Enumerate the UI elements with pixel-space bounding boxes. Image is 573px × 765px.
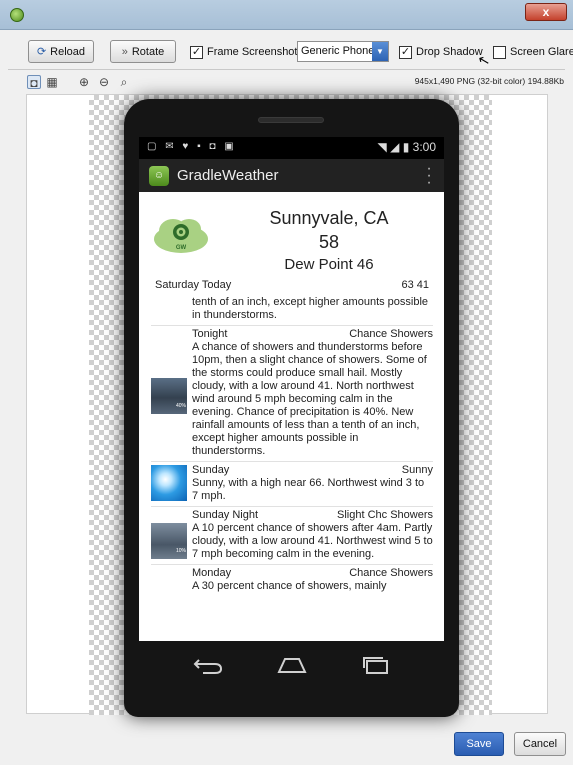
screen-glare-label: Screen Glare: [510, 46, 573, 58]
forecast-summary: Chance Showers: [349, 567, 433, 579]
forecast-item[interactable]: Monday Chance Showers A 30 percent chanc…: [151, 564, 433, 596]
app-icon: [10, 8, 24, 22]
forecast-item[interactable]: tenth of an inch, except higher amounts …: [151, 294, 433, 325]
forecast-text: Sunny, with a high near 66. Northwest wi…: [192, 477, 425, 502]
device-select[interactable]: Generic Phone ▼: [297, 41, 389, 62]
overflow-menu-icon[interactable]: · · ·: [426, 161, 432, 191]
today-hilo: 63 41: [401, 279, 429, 291]
forecast-summary: Slight Chc Showers: [337, 509, 433, 521]
status-bar: ▢ ✉ ♥ ▪ ◘ ▣ ◥ ◢ ▮ 3:00: [139, 137, 444, 157]
phone-frame: ▢ ✉ ♥ ▪ ◘ ▣ ◥ ◢ ▮ 3:00 ☺ GradleWeather ·…: [124, 99, 459, 717]
forecast-period: Sunday: [192, 464, 230, 476]
navigation-bar: [139, 644, 444, 690]
zoom-in-icon[interactable]: ⊕: [77, 75, 91, 89]
rotate-button[interactable]: » Rotate: [110, 40, 176, 63]
signal-icon: ◢: [390, 140, 400, 154]
frame-screenshot-checkbox[interactable]: ✓ Frame Screenshot: [190, 43, 297, 61]
save-button[interactable]: Save: [454, 732, 504, 756]
toolbar-divider: [8, 69, 565, 70]
drop-shadow-checkbox[interactable]: ✓ Drop Shadow: [399, 43, 483, 61]
zoom-out-icon[interactable]: ⊖: [97, 75, 111, 89]
current-temperature: 58: [318, 232, 340, 252]
dialog-body: ⟳ Reload » Rotate ✓ Frame Screenshot Gen…: [0, 30, 573, 765]
phone-speaker: [258, 117, 324, 123]
today-label: Saturday Today: [155, 279, 232, 291]
precip-badge: 40%: [175, 403, 186, 409]
forecast-item[interactable]: 10% Sunday Night Slight Chc Showers A 10…: [151, 506, 433, 564]
actual-size-icon[interactable]: ◘: [27, 75, 41, 90]
fit-window-icon[interactable]: ▦: [45, 75, 59, 89]
today-summary: Saturday Today 63 41: [155, 279, 429, 291]
recent-apps-icon[interactable]: [359, 654, 393, 676]
forecast-summary: Sunny: [401, 464, 433, 476]
precip-badge: 10%: [175, 548, 186, 554]
zoom-reset-icon[interactable]: ⌕: [117, 75, 131, 89]
screen-glare-checkbox[interactable]: Screen Glare: [493, 43, 573, 61]
check-icon: ✓: [190, 45, 203, 59]
storm-weather-icon: 40%: [151, 378, 187, 414]
image-info: 945x1,490 PNG (32-bit color) 194.88Kb: [414, 76, 564, 86]
checkbox-box: [493, 45, 506, 59]
forecast-period: Monday: [192, 567, 232, 579]
screenshot-preview: ▢ ✉ ♥ ▪ ◘ ▣ ◥ ◢ ▮ 3:00 ☺ GradleWeather ·…: [26, 94, 548, 717]
battery-icon: ▮: [402, 140, 410, 154]
status-time: 3:00: [412, 140, 436, 154]
gradle-weather-logo-icon: GW: [154, 219, 208, 253]
forecast-text: tenth of an inch, except higher amounts …: [192, 296, 429, 321]
cloud-weather-icon: 10%: [151, 523, 187, 559]
forecast-text: A 10 percent chance of showers after 4am…: [192, 522, 433, 560]
close-button[interactable]: x: [525, 3, 567, 21]
toolbar: ⟳ Reload » Rotate ✓ Frame Screenshot Gen…: [0, 38, 573, 69]
mouse-cursor-icon: ↖: [475, 50, 492, 70]
reload-button[interactable]: ⟳ Reload: [28, 40, 94, 63]
check-icon: ✓: [399, 45, 412, 59]
phone-screen: ▢ ✉ ♥ ▪ ◘ ▣ ◥ ◢ ▮ 3:00 ☺ GradleWeather ·…: [139, 137, 444, 641]
reload-label: Reload: [50, 45, 86, 58]
forecast-text: A chance of showers and thunderstorms be…: [192, 341, 427, 457]
forecast-item[interactable]: Sunday Sunny Sunny, with a high near 66.…: [151, 461, 433, 506]
chevron-down-icon: ▼: [372, 42, 388, 61]
status-right: ◥ ◢ ▮ 3:00: [378, 140, 436, 154]
forecast-period: Sunday Night: [192, 509, 259, 521]
forecast-summary: Chance Showers: [349, 328, 433, 340]
forecast-list: tenth of an inch, except higher amounts …: [151, 294, 433, 596]
title-bar: x: [0, 0, 573, 30]
logo-text: GW: [176, 245, 187, 251]
reload-icon: ⟳: [36, 46, 47, 58]
device-select-value: Generic Phone: [301, 45, 375, 57]
drop-shadow-label: Drop Shadow: [416, 46, 483, 58]
home-icon[interactable]: [275, 654, 309, 676]
wifi-icon: ◥: [377, 140, 387, 154]
cancel-button[interactable]: Cancel: [514, 732, 566, 756]
sun-weather-icon: [151, 465, 187, 501]
forecast-period: Tonight: [192, 328, 228, 340]
dew-point: Dew Point 46: [284, 256, 374, 273]
weather-content: GW Sunnyvale, CA 58 Dew Point 46 Saturda…: [139, 192, 444, 641]
android-app-icon: ☺: [149, 166, 169, 186]
app-title: GradleWeather: [177, 167, 279, 184]
frame-screenshot-label: Frame Screenshot: [207, 46, 298, 58]
notification-icons: ▢ ✉ ♥ ▪ ◘ ▣: [147, 141, 237, 152]
rotate-icon: »: [121, 45, 128, 58]
view-toolbar: ◘ ▦ ⊕ ⊖ ⌕ 945x1,490 PNG (32-bit color) 1…: [0, 72, 573, 92]
forecast-text: A 30 percent chance of showers, mainly: [192, 580, 387, 592]
rotate-label: Rotate: [131, 45, 165, 58]
back-icon[interactable]: [191, 654, 225, 676]
action-bar: ☺ GradleWeather · · ·: [139, 159, 444, 192]
forecast-item[interactable]: 40% Tonight Chance Showers A chance of s…: [151, 325, 433, 461]
city-name: Sunnyvale, CA: [269, 208, 389, 228]
